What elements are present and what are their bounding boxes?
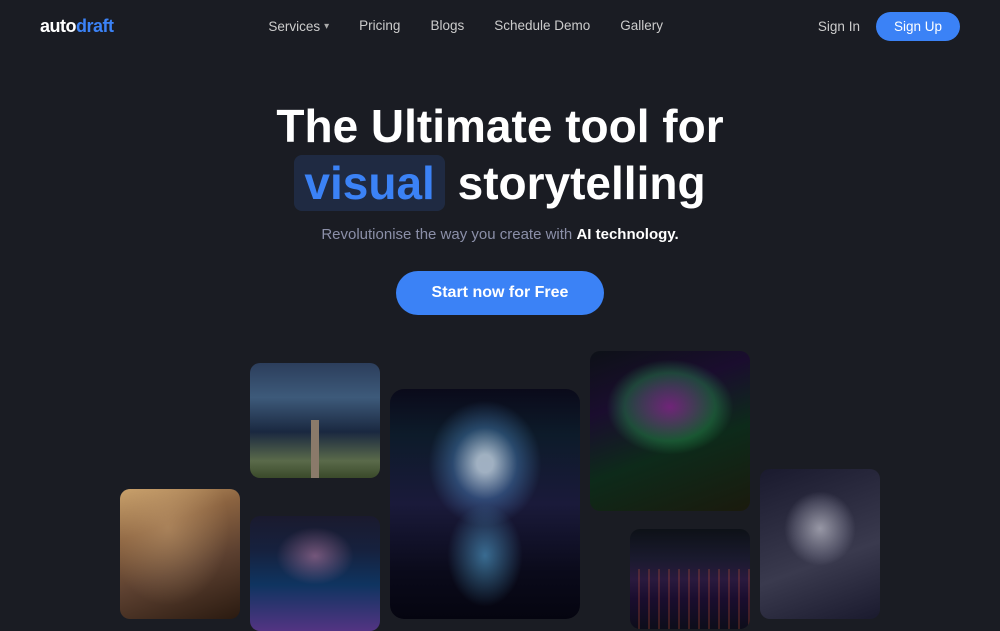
cta-button[interactable]: Start now for Free: [396, 271, 605, 315]
hero-subtitle: Revolutionise the way you create with AI…: [321, 226, 678, 243]
signup-button[interactable]: Sign Up: [876, 12, 960, 41]
hero-title-suffix: storytelling: [445, 157, 706, 209]
hero-title-line2: visual storytelling: [294, 157, 705, 210]
nav-auth: Sign In Sign Up: [818, 12, 960, 41]
gallery-image-astronaut: [390, 389, 580, 619]
hero-subtitle-plain: Revolutionise the way you create with: [321, 226, 576, 243]
nav-item-pricing[interactable]: Pricing: [359, 17, 400, 35]
nav-item-gallery[interactable]: Gallery: [620, 17, 663, 35]
gallery-image-anime-girl: [250, 516, 380, 631]
gallery-image-cityscape: [630, 529, 750, 629]
hero-subtitle-bold: AI technology.: [576, 226, 678, 243]
navbar: autodraft Services ▾ Pricing Blogs Sched…: [0, 0, 1000, 52]
signin-button[interactable]: Sign In: [818, 19, 860, 34]
nav-link-gallery[interactable]: Gallery: [620, 18, 663, 33]
logo[interactable]: autodraft: [40, 16, 114, 37]
nav-link-schedule-demo[interactable]: Schedule Demo: [494, 18, 590, 33]
nav-link-pricing[interactable]: Pricing: [359, 18, 400, 33]
nav-links: Services ▾ Pricing Blogs Schedule Demo G…: [268, 17, 663, 35]
chevron-down-icon: ▾: [324, 21, 329, 32]
image-gallery: [0, 351, 1000, 619]
hero-title-line1: The Ultimate tool for: [276, 100, 723, 153]
gallery-col-pair-2: [590, 351, 750, 619]
hero-section: The Ultimate tool for visual storytellin…: [0, 52, 1000, 619]
nav-item-blogs[interactable]: Blogs: [430, 17, 464, 35]
nav-item-services[interactable]: Services ▾: [268, 19, 329, 34]
nav-link-blogs[interactable]: Blogs: [430, 18, 464, 33]
nav-item-schedule-demo[interactable]: Schedule Demo: [494, 17, 590, 35]
gallery-col-pair: [250, 363, 380, 619]
gallery-image-cyberpunk: [590, 351, 750, 511]
visual-highlight: visual: [294, 155, 444, 211]
gallery-image-wolf: [760, 469, 880, 619]
gallery-image-old-man: [120, 489, 240, 619]
gallery-image-lighthouse: [250, 363, 380, 478]
nav-link-services[interactable]: Services ▾: [268, 19, 329, 34]
logo-draft: draft: [76, 16, 114, 36]
logo-auto: auto: [40, 16, 76, 36]
